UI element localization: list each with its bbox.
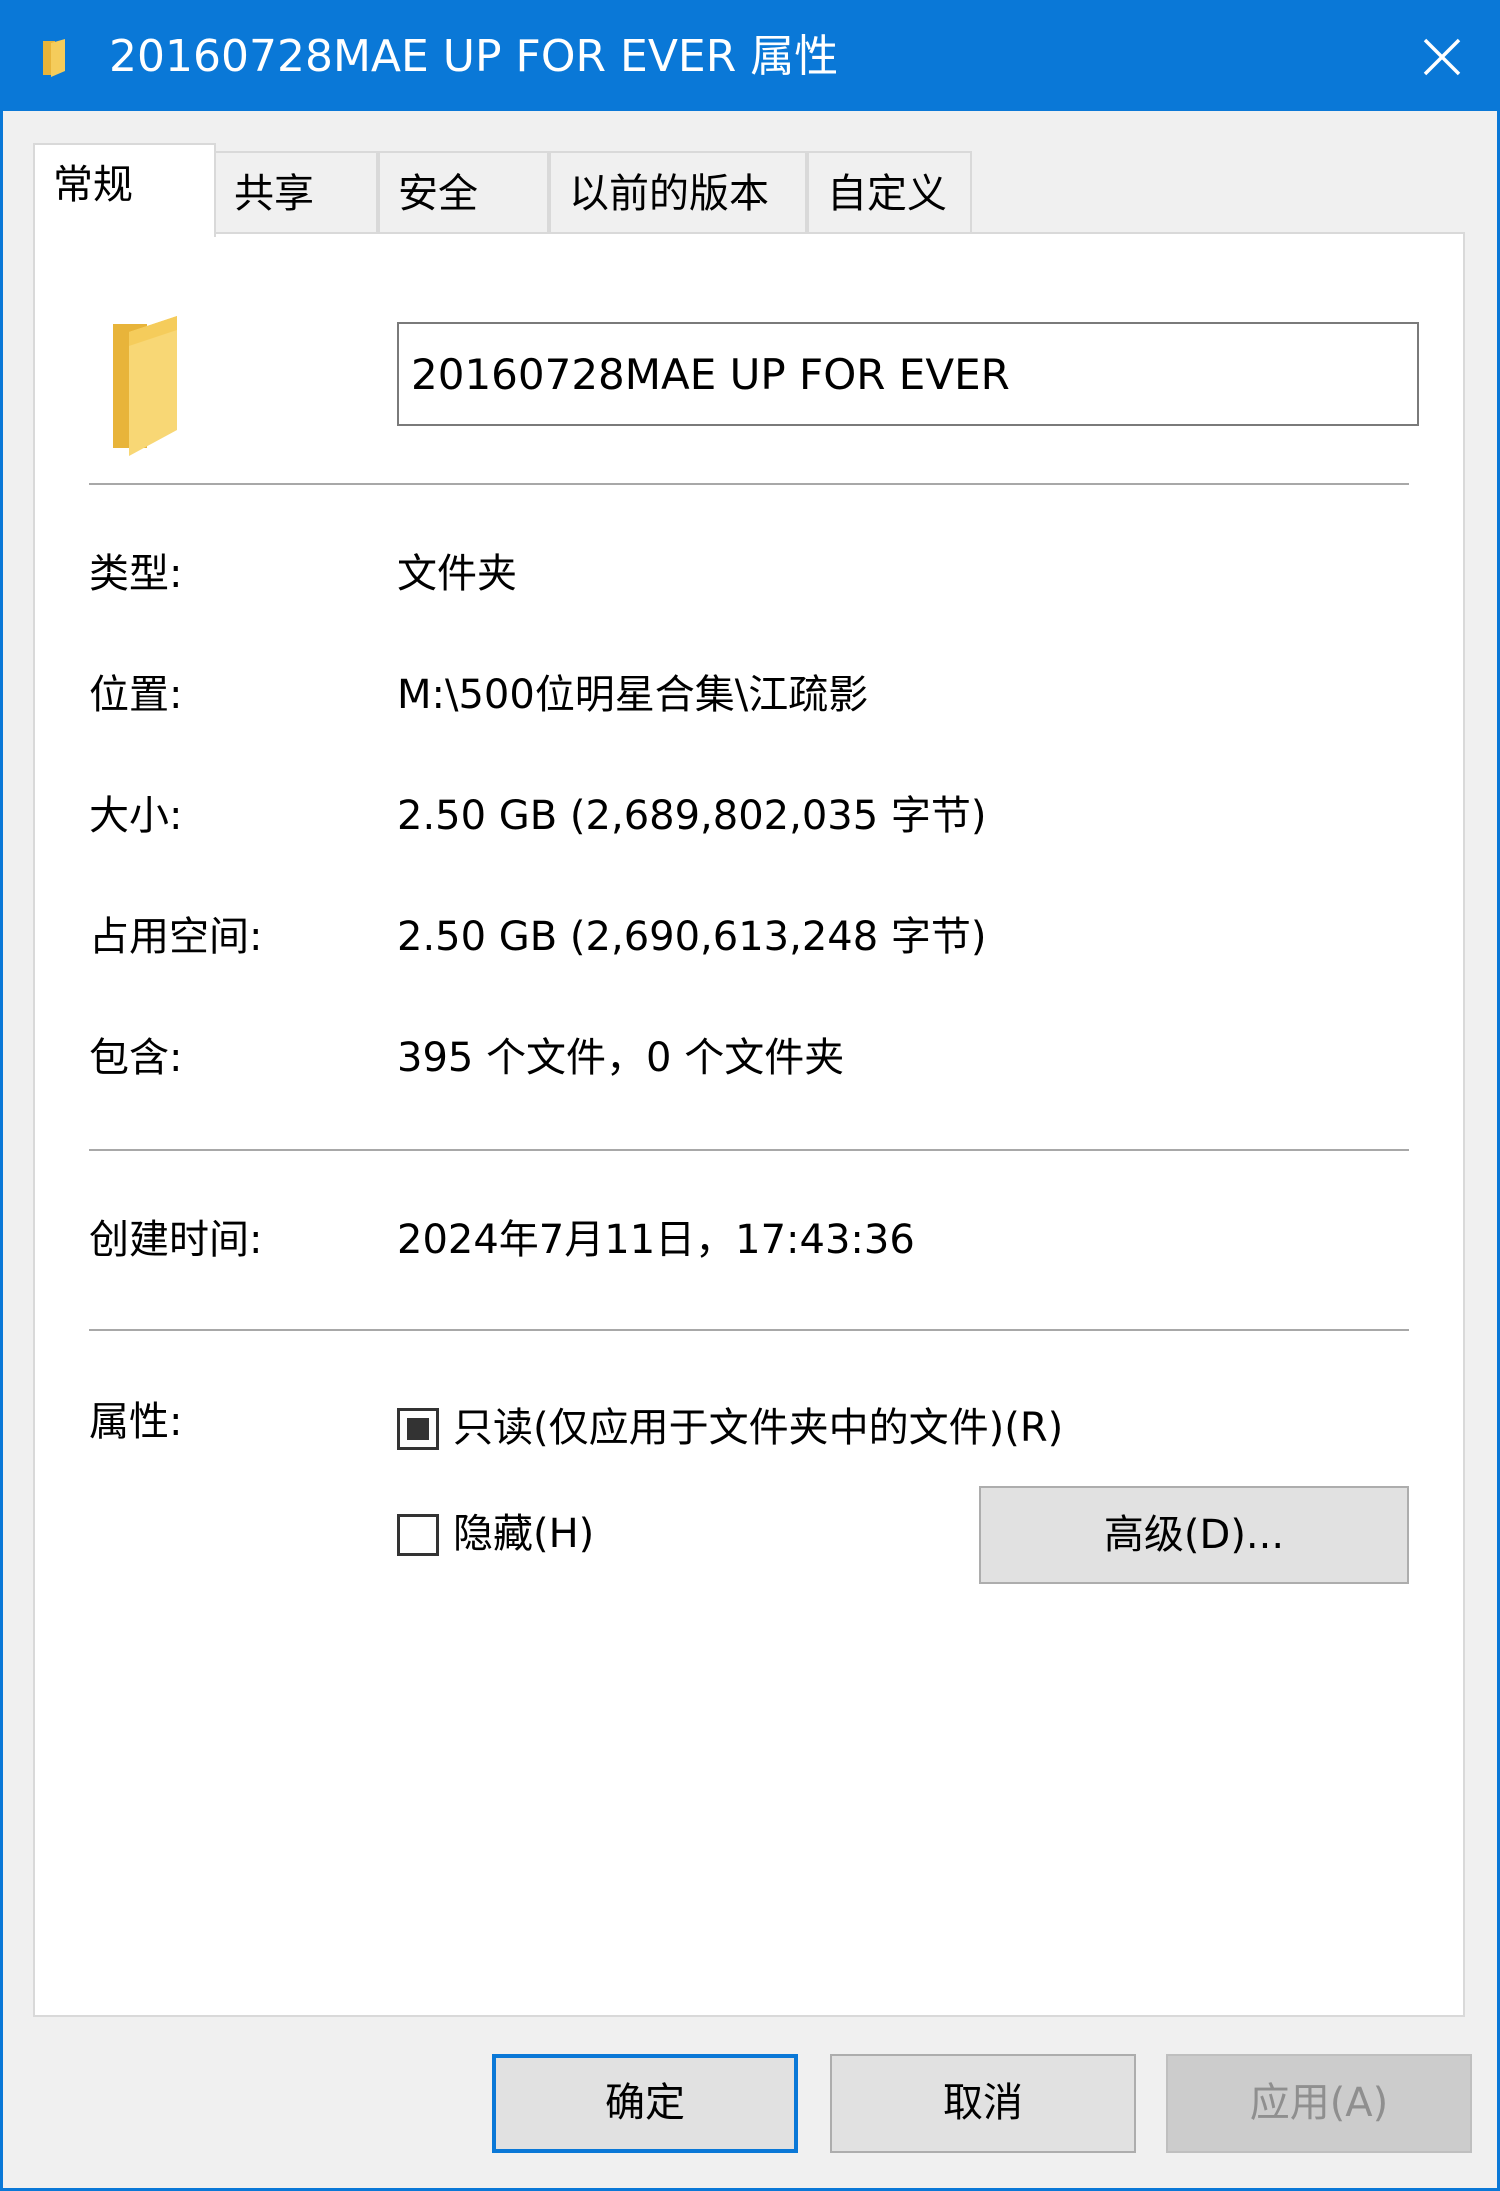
tab-label: 共享 [234,171,314,217]
size-on-disk-value: 2.50 GB (2,690,613,248 字节) [397,914,987,960]
folder-icon [113,316,177,456]
tab-security[interactable]: 安全 [378,151,549,233]
readonly-checkbox[interactable] [397,1408,439,1450]
type-value: 文件夹 [397,551,517,597]
ok-button[interactable]: 确定 [492,2054,798,2153]
hidden-label[interactable]: 隐藏(H) [453,1506,594,1562]
created-value: 2024年7月11日，17:43:36 [397,1217,915,1263]
folder-icon [43,39,65,77]
tab-general[interactable]: 常规 [33,143,216,237]
type-label: 类型: [89,551,183,597]
location-value: M:\500位明星合集\江疏影 [397,672,869,718]
readonly-label[interactable]: 只读(仅应用于文件夹中的文件)(R) [453,1400,1063,1456]
divider [89,483,1409,485]
size-on-disk-label: 占用空间: [89,914,263,960]
general-tab-panel: 类型: 文件夹 位置: M:\500位明星合集\江疏影 大小: 2.50 GB … [33,232,1465,2017]
contains-label: 包含: [89,1035,183,1081]
folder-name-input[interactable] [397,322,1419,426]
window-title: 20160728MAE UP FOR EVER 属性 [109,31,839,82]
contains-value: 395 个文件，0 个文件夹 [397,1035,845,1081]
divider [89,1329,1409,1331]
attributes-label: 属性: [89,1399,183,1445]
title-bar[interactable]: 20160728MAE UP FOR EVER 属性 [3,3,1497,111]
tab-previous-versions[interactable]: 以前的版本 [549,151,807,233]
tab-customize[interactable]: 自定义 [807,151,972,233]
size-label: 大小: [89,793,183,839]
apply-button[interactable]: 应用(A) [1166,2054,1472,2153]
tab-label: 常规 [53,162,133,208]
tab-label: 安全 [398,171,478,217]
advanced-button[interactable]: 高级(D)... [979,1486,1409,1584]
created-label: 创建时间: [89,1217,263,1263]
divider [89,1149,1409,1151]
close-icon [1423,38,1461,76]
size-value: 2.50 GB (2,689,802,035 字节) [397,793,987,839]
cancel-button[interactable]: 取消 [830,2054,1136,2153]
close-button[interactable] [1387,3,1497,111]
location-label: 位置: [89,672,183,718]
properties-window: 20160728MAE UP FOR EVER 属性 常规 共享 安全 以前的版… [0,0,1500,2191]
hidden-checkbox[interactable] [397,1514,439,1556]
tab-sharing[interactable]: 共享 [214,151,378,233]
tab-label: 自定义 [827,171,947,217]
tab-label: 以前的版本 [569,171,769,217]
